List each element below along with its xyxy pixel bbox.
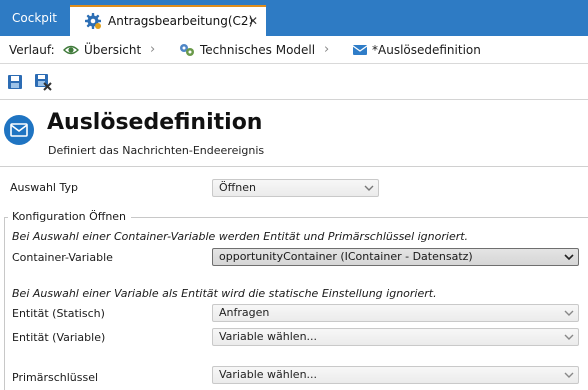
entitaet-statisch-value: Anfragen — [219, 306, 270, 319]
chevron-right-icon: › — [324, 42, 330, 57]
hint-variable: Bei Auswahl einer Variable als Entität w… — [12, 287, 437, 300]
gear-icon — [85, 13, 101, 29]
breadcrumb-item-uebersicht[interactable]: Übersicht — [84, 36, 141, 64]
auswahl-typ-label: Auswahl Typ — [10, 181, 78, 194]
primaerschluessel-value: Variable wählen... — [219, 368, 318, 381]
container-variable-select[interactable]: opportunityContainer (IContainer - Daten… — [212, 248, 579, 266]
chevron-down-icon — [564, 334, 574, 340]
primaerschluessel-select[interactable]: Variable wählen... — [212, 366, 579, 384]
entitaet-variable-value: Variable wählen... — [219, 330, 318, 343]
page-title: Auslösedefinition — [47, 110, 263, 135]
hint-container: Bei Auswahl einer Container-Variable wer… — [12, 230, 469, 243]
entitaet-statisch-select[interactable]: Anfragen — [212, 304, 579, 322]
toolbar — [0, 64, 588, 100]
chevron-down-icon — [564, 310, 574, 316]
breadcrumb-prefix: Verlauf: — [9, 43, 55, 57]
breadcrumb-item-ausloesedefinition[interactable]: *Auslösedefinition — [372, 36, 481, 64]
breadcrumb-item-technisches-modell[interactable]: Technisches Modell — [200, 36, 315, 64]
tab-label: Antragsbearbeitung(C2) — [108, 14, 254, 28]
save-icon[interactable] — [6, 73, 24, 91]
eye-icon — [63, 45, 79, 55]
tab-bar: Cockpit Antragsbearbeitung(C2) ✕ — [0, 0, 588, 36]
tab-antragsbearbeitung[interactable]: Antragsbearbeitung(C2) ✕ — [70, 5, 266, 36]
divider — [0, 166, 588, 167]
chevron-down-icon — [564, 254, 574, 261]
envelope-icon — [4, 115, 34, 145]
entitaet-variable-select[interactable]: Variable wählen... — [212, 328, 579, 346]
breadcrumb: Verlauf: Übersicht › Technisches Modell … — [0, 36, 588, 64]
container-variable-label: Container-Variable — [12, 251, 113, 264]
close-icon[interactable]: ✕ — [248, 7, 258, 35]
chevron-down-icon — [564, 372, 574, 378]
tab-cockpit[interactable]: Cockpit — [0, 0, 70, 36]
group-border — [131, 217, 588, 218]
auswahl-typ-value: Öffnen — [219, 181, 256, 194]
gears-icon — [180, 44, 194, 56]
chevron-right-icon: › — [150, 42, 156, 57]
page-subtitle: Definiert das Nachrichten-Endeereignis — [48, 144, 265, 157]
auswahl-typ-select[interactable]: Öffnen — [212, 179, 379, 197]
entitaet-statisch-label: Entität (Statisch) — [12, 307, 105, 320]
group-title: Konfiguration Öffnen — [12, 210, 127, 223]
save-close-icon[interactable] — [34, 73, 52, 91]
entitaet-variable-label: Entität (Variable) — [12, 331, 106, 344]
tab-label: Cockpit — [12, 11, 57, 25]
group-border — [4, 217, 5, 390]
primaerschluessel-label: Primärschlüssel — [12, 371, 99, 384]
envelope-icon — [352, 45, 368, 55]
container-variable-value: opportunityContainer (IContainer - Daten… — [219, 250, 473, 263]
chevron-down-icon — [364, 185, 374, 191]
